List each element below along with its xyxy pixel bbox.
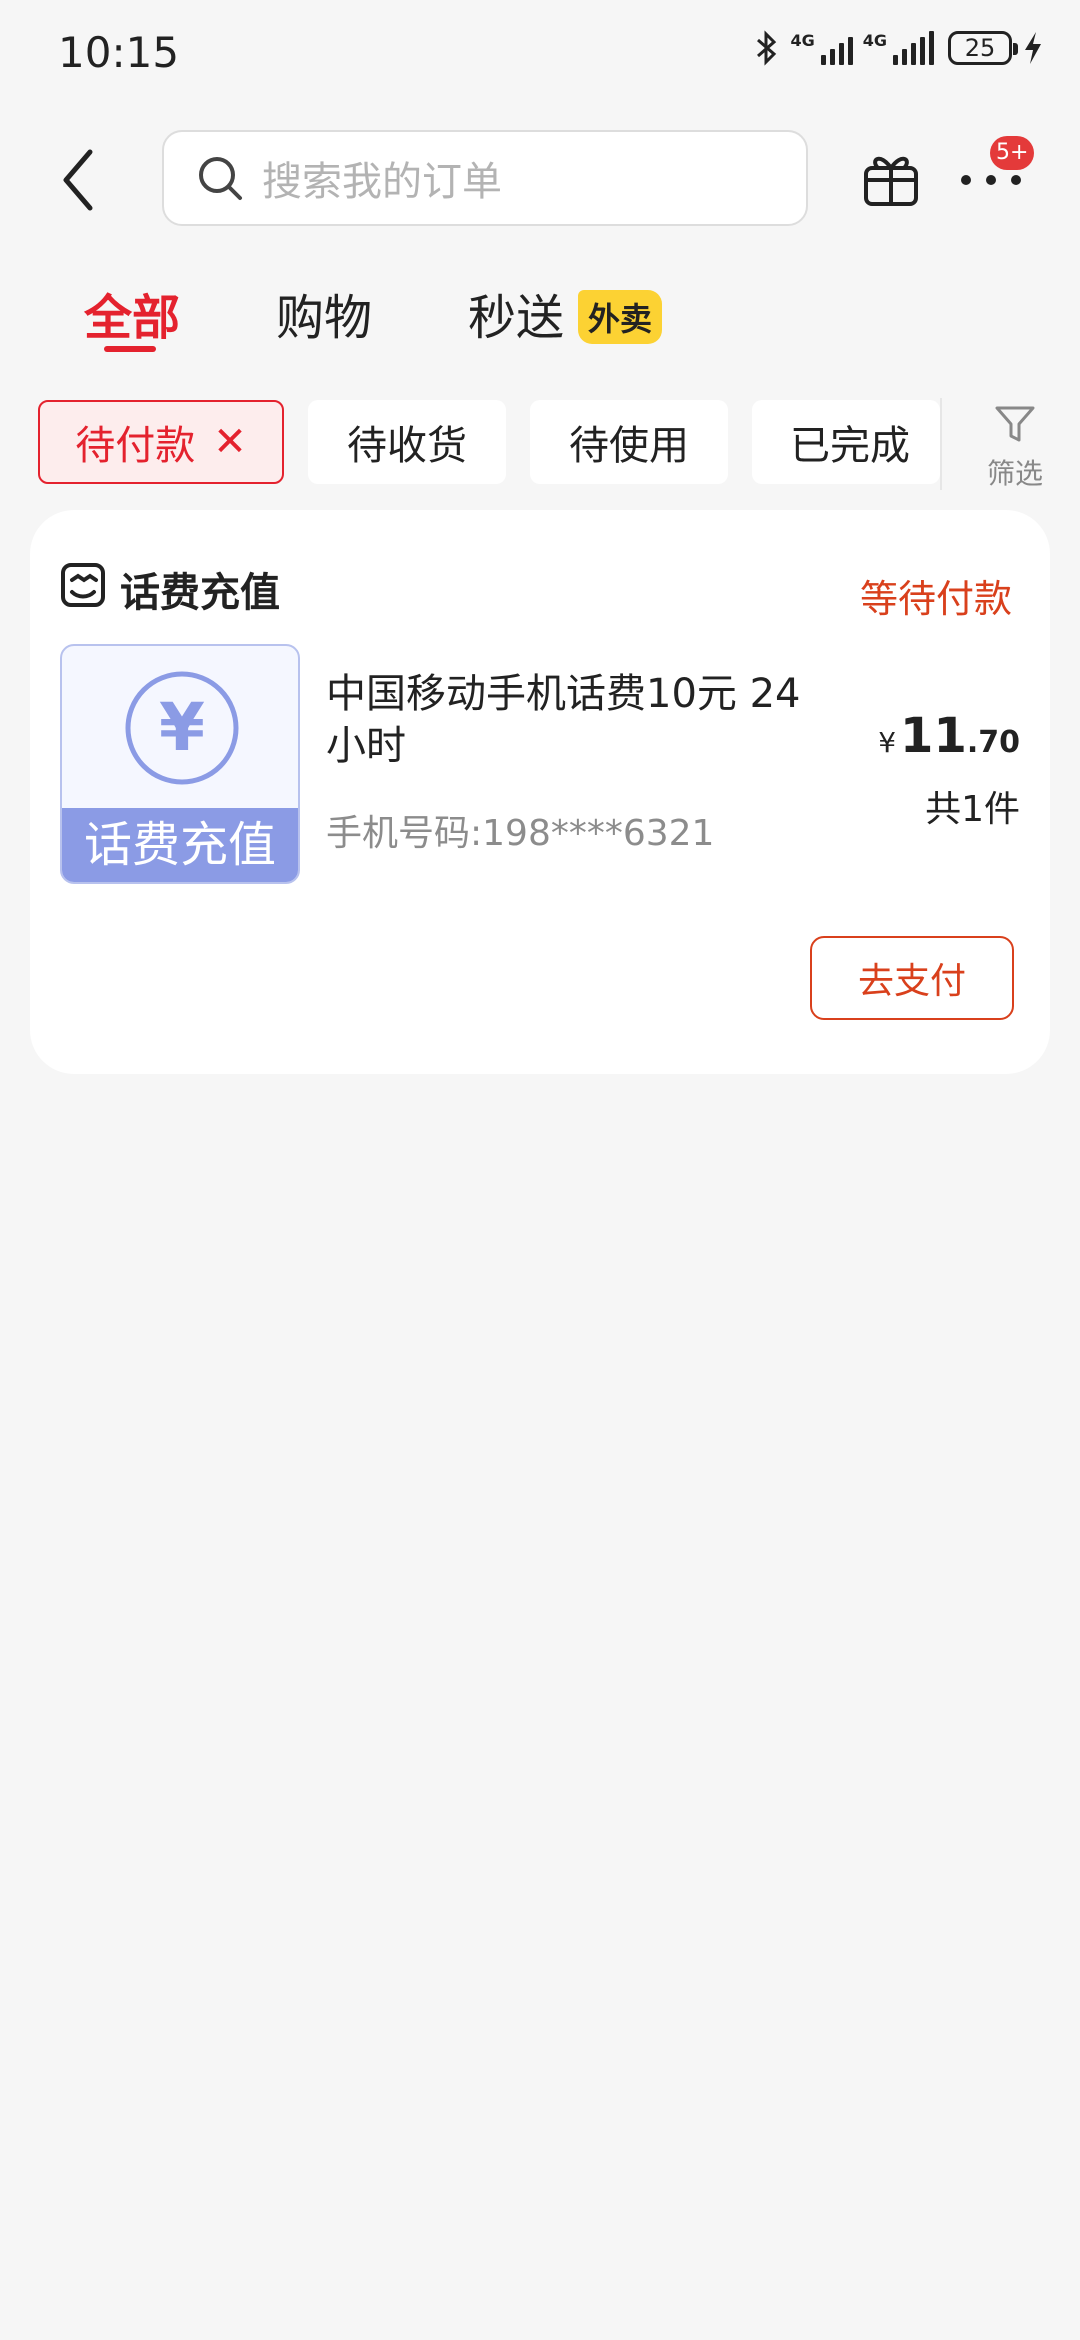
signal-icon: 4G — [863, 31, 934, 65]
status-time: 10:15 — [58, 28, 180, 77]
chevron-left-icon — [63, 149, 93, 211]
search-input[interactable]: 搜索我的订单 — [162, 130, 808, 226]
product-image-caption: 话费充值 — [62, 808, 298, 882]
funnel-icon — [995, 406, 1035, 442]
divider — [940, 398, 942, 490]
signal-icon: 4G — [790, 31, 853, 65]
shop-name[interactable]: 话费充值 — [120, 560, 280, 618]
yuan-coin-icon: ¥ — [125, 671, 239, 785]
tab-shopping[interactable]: 购物 — [276, 278, 372, 348]
filter-label: 筛选 — [986, 457, 1043, 490]
item-quantity: 共1件 — [925, 789, 1020, 830]
notification-badge: 5+ — [990, 136, 1035, 170]
order-status: 等待付款 — [859, 577, 1012, 621]
filter-chip-pending-receipt[interactable]: 待收货 — [308, 400, 506, 484]
filter-chip-pending-use[interactable]: 待使用 — [530, 400, 728, 484]
takeout-badge: 外卖 — [578, 290, 663, 344]
pay-button[interactable]: 去支付 — [810, 936, 1014, 1020]
order-price: ¥ 11 .70 — [878, 708, 1020, 764]
filter-chip-completed[interactable]: 已完成 — [752, 400, 940, 484]
filter-chip-pending-payment[interactable]: 待付款 ✕ — [38, 400, 284, 484]
back-button[interactable] — [56, 140, 106, 220]
phone-number: 手机号码:198****6321 — [326, 813, 715, 854]
gift-icon — [864, 156, 918, 206]
price-decimal: .70 — [966, 725, 1020, 760]
status-icons: 4G 4G 25 — [754, 30, 1044, 66]
svg-text:¥: ¥ — [159, 689, 205, 766]
product-title[interactable]: 中国移动手机话费10元 24小时 — [326, 668, 826, 772]
search-icon — [199, 157, 242, 200]
price-currency: ¥ — [878, 726, 897, 759]
tab-express[interactable]: 秒送 — [468, 278, 564, 348]
chip-label: 待付款 — [75, 423, 196, 469]
filter-button[interactable]: 筛选 — [980, 402, 1050, 492]
shop-icon — [61, 563, 105, 607]
product-image[interactable]: ¥ 话费充值 — [60, 644, 300, 884]
search-placeholder: 搜索我的订单 — [262, 159, 502, 205]
tab-all[interactable]: 全部 — [84, 278, 180, 348]
charging-icon — [1025, 32, 1041, 64]
active-tab-indicator — [104, 346, 156, 352]
gift-button[interactable] — [858, 146, 924, 212]
price-integer: 11 — [900, 708, 967, 764]
close-icon[interactable]: ✕ — [213, 419, 247, 465]
battery-icon: 25 — [948, 31, 1018, 65]
bluetooth-icon — [757, 30, 777, 66]
